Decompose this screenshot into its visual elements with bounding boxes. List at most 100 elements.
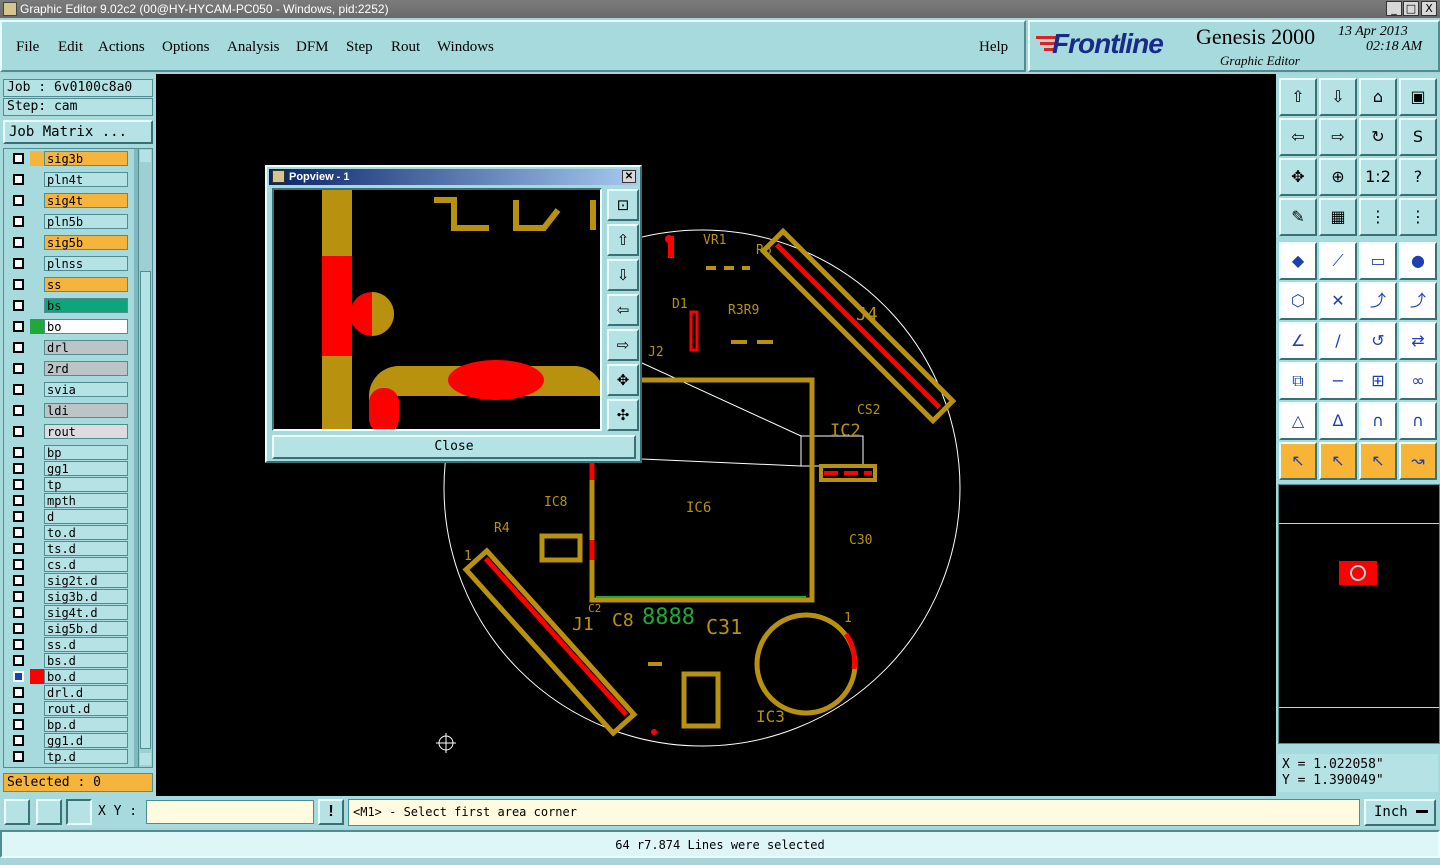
- layer-checkbox[interactable]: [13, 216, 24, 227]
- layer-scrollbar[interactable]: [138, 149, 152, 767]
- copy-icon[interactable]: ⧉: [1279, 362, 1317, 400]
- layer-checkbox[interactable]: [13, 703, 24, 714]
- layer-name[interactable]: plnss: [44, 256, 128, 271]
- layer-name[interactable]: cs.d: [44, 557, 128, 572]
- snake-icon[interactable]: S: [1399, 118, 1437, 156]
- layer-next-icon[interactable]: ⇨: [1319, 118, 1357, 156]
- pv-down-icon[interactable]: ⇩: [607, 259, 639, 291]
- save-icon[interactable]: ⇩: [1319, 78, 1357, 116]
- layer-color-swatch[interactable]: [30, 193, 44, 208]
- zoom-center-icon[interactable]: ⊕: [1319, 158, 1357, 196]
- layer-name[interactable]: gg1.d: [44, 733, 128, 748]
- layer-color-swatch[interactable]: [30, 382, 44, 397]
- scroll-down-arrow-icon[interactable]: [140, 753, 151, 765]
- layer-color-swatch[interactable]: [30, 493, 44, 508]
- layer-checkbox[interactable]: [13, 623, 24, 634]
- cross-icon[interactable]: ✕: [1319, 282, 1357, 320]
- window-icon[interactable]: ▣: [1399, 78, 1437, 116]
- menu-options[interactable]: Options: [162, 39, 210, 56]
- layer-checkbox[interactable]: [13, 405, 24, 416]
- layer-name[interactable]: d: [44, 509, 128, 524]
- layer-name[interactable]: sig3b.d: [44, 589, 128, 604]
- layer-checkbox[interactable]: [13, 463, 24, 474]
- layer-color-swatch[interactable]: [30, 717, 44, 732]
- layer-color-swatch[interactable]: [30, 509, 44, 524]
- layer-checkbox[interactable]: [13, 655, 24, 666]
- layer-name[interactable]: ss.d: [44, 637, 128, 652]
- angle-icon[interactable]: ∠: [1279, 322, 1317, 360]
- layer-color-swatch[interactable]: [30, 151, 44, 166]
- scroll-up-arrow-icon[interactable]: [140, 150, 151, 162]
- layer-checkbox[interactable]: [13, 527, 24, 538]
- job-matrix-button[interactable]: Job Matrix ...: [3, 120, 153, 144]
- layer-checkbox[interactable]: [13, 384, 24, 395]
- rotate-icon[interactable]: ↻: [1359, 118, 1397, 156]
- layer-name[interactable]: ts.d: [44, 541, 128, 556]
- layer-checkbox[interactable]: [13, 575, 24, 586]
- zoom-fit-icon[interactable]: ✥: [1279, 158, 1317, 196]
- arch-icon[interactable]: ∩: [1359, 402, 1397, 440]
- layer-color-swatch[interactable]: [30, 653, 44, 668]
- menu-rout[interactable]: Rout: [391, 39, 420, 56]
- layer-checkbox[interactable]: [13, 426, 24, 437]
- layer-name[interactable]: ss: [44, 277, 128, 292]
- layer-checkbox[interactable]: [13, 639, 24, 650]
- arc-icon[interactable]: ⤴: [1359, 282, 1397, 320]
- rings-icon[interactable]: ∞: [1399, 362, 1437, 400]
- layer-name[interactable]: ldi: [44, 403, 128, 418]
- menu-actions[interactable]: Actions: [98, 39, 145, 56]
- connect-icon[interactable]: ⬡: [1279, 282, 1317, 320]
- menu-help[interactable]: Help: [979, 39, 1008, 56]
- layer-name[interactable]: sig4t: [44, 193, 128, 208]
- layer-name[interactable]: 2rd: [44, 361, 128, 376]
- netlist-icon[interactable]: ⋮: [1359, 198, 1397, 236]
- home-icon[interactable]: ⌂: [1359, 78, 1397, 116]
- layer-checkbox[interactable]: [13, 751, 24, 762]
- layer-color-swatch[interactable]: [30, 172, 44, 187]
- layer-color-swatch[interactable]: [30, 340, 44, 355]
- menu-dfm[interactable]: DFM: [296, 39, 329, 56]
- minimize-button[interactable]: _: [1386, 1, 1402, 16]
- menu-file[interactable]: File: [16, 39, 39, 56]
- layer-color-swatch[interactable]: [30, 461, 44, 476]
- layer-color-swatch[interactable]: [30, 573, 44, 588]
- layer-color-swatch[interactable]: [30, 557, 44, 572]
- netlist-compare-icon[interactable]: ⋮: [1399, 198, 1437, 236]
- layer-color-swatch[interactable]: [30, 525, 44, 540]
- layer-checkbox[interactable]: [13, 237, 24, 248]
- layer-checkbox[interactable]: [13, 447, 24, 458]
- mirror-icon[interactable]: ⇄: [1399, 322, 1437, 360]
- layer-checkbox[interactable]: [13, 511, 24, 522]
- layer-color-swatch[interactable]: [30, 445, 44, 460]
- minus-icon[interactable]: −: [1319, 362, 1357, 400]
- layer-color-swatch[interactable]: [30, 621, 44, 636]
- scroll-thumb[interactable]: [140, 271, 151, 749]
- layer-name[interactable]: bp: [44, 445, 128, 460]
- layer-color-swatch[interactable]: [30, 637, 44, 652]
- layer-color-swatch[interactable]: [30, 589, 44, 604]
- layer-name[interactable]: rout.d: [44, 701, 128, 716]
- menu-step[interactable]: Step: [346, 39, 373, 56]
- open-job-icon[interactable]: ⇧: [1279, 78, 1317, 116]
- pv-left-icon[interactable]: ⇦: [607, 294, 639, 326]
- layer-checkbox[interactable]: [13, 719, 24, 730]
- alert-icon[interactable]: !: [318, 799, 344, 825]
- layer-checkbox[interactable]: [13, 153, 24, 164]
- layer-checkbox[interactable]: [13, 559, 24, 570]
- layer-checkbox[interactable]: [13, 174, 24, 185]
- pv-up-icon[interactable]: ⇧: [607, 224, 639, 256]
- menu-windows[interactable]: Windows: [437, 39, 494, 56]
- layer-color-swatch[interactable]: [30, 214, 44, 229]
- layer-name[interactable]: to.d: [44, 525, 128, 540]
- pv-shrink-icon[interactable]: ✥: [607, 364, 639, 396]
- layer-name[interactable]: pln4t: [44, 172, 128, 187]
- slash-icon[interactable]: /: [1319, 322, 1357, 360]
- layer-prev-icon[interactable]: ⇦: [1279, 118, 1317, 156]
- triangle-icon[interactable]: △: [1279, 402, 1317, 440]
- layer-name[interactable]: bs.d: [44, 653, 128, 668]
- layer-name[interactable]: sig4t.d: [44, 605, 128, 620]
- layer-color-swatch[interactable]: [30, 733, 44, 748]
- measure-icon[interactable]: ⊞: [1359, 362, 1397, 400]
- circle-icon[interactable]: ●: [1399, 242, 1437, 280]
- layer-name[interactable]: rout: [44, 424, 128, 439]
